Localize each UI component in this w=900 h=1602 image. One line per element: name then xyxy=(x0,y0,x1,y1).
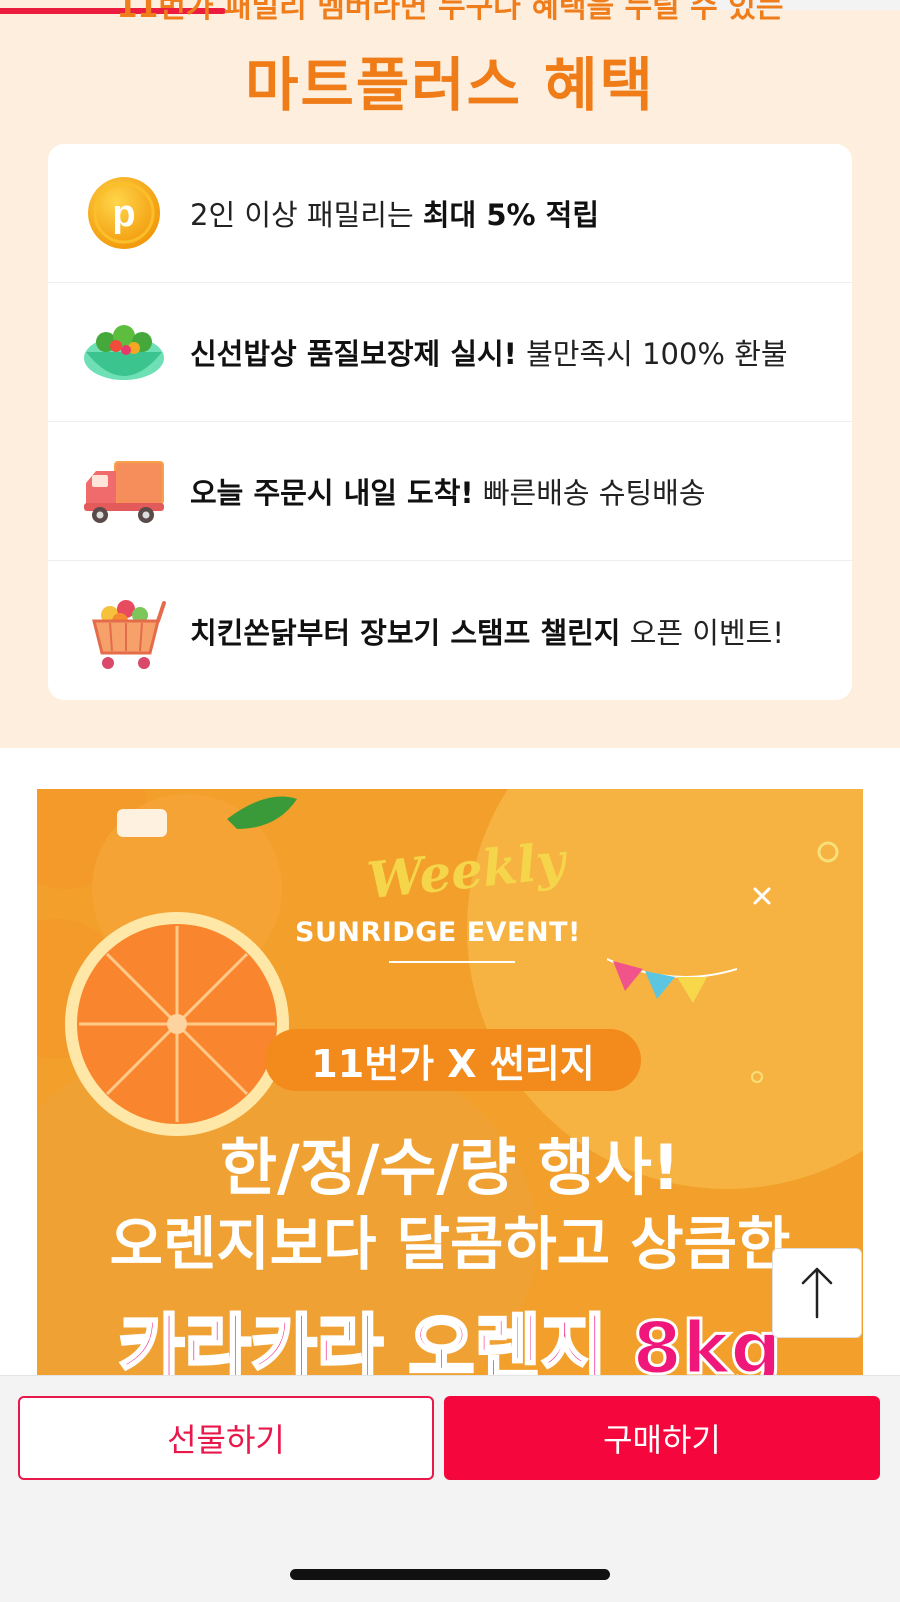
decor-dot-icon xyxy=(751,1071,763,1083)
bottom-action-bar: 선물하기 구매하기 xyxy=(0,1375,900,1602)
benefit-item-text: 치킨쏜닭부터 장보기 스탬프 챌린지 오픈 이벤트! xyxy=(190,615,784,650)
point-coin-icon: p xyxy=(88,177,160,249)
banner-headline-product: 카라카라 오렌지 8kg xyxy=(117,1305,783,1376)
promo-banner[interactable]: Weekly SUNRIDGE EVENT! 11번가 X 썬리지 한/정/수/… xyxy=(37,789,863,1375)
banner-headline-sweet: 오렌지보다 달콤하고 상큼한 xyxy=(109,1210,791,1278)
banner-headline-limited: 한/정/수/량 행사! xyxy=(219,1131,681,1204)
benefits-subtitle: 11번가 패밀리 멤버라면 누구나 혜택을 누릴 수 있는 xyxy=(116,0,784,25)
benefit-item-points: p 2인 이상 패밀리는 최대 5% 적립 xyxy=(48,144,852,283)
benefit-item-quality: 신선밥상 품질보장제 실시! 불만족시 100% 환불 xyxy=(48,283,852,422)
benefits-title: 마트플러스 혜택 xyxy=(245,51,655,119)
decor-circle-icon xyxy=(817,841,839,863)
benefit-item-delivery: 오늘 주문시 내일 도착! 빠른배송 슈팅배송 xyxy=(48,422,852,561)
salad-bowl-icon xyxy=(84,325,164,380)
bunting-flags-icon xyxy=(607,958,737,1003)
benefits-section: 11번가 패밀리 멤버라면 누구나 혜택을 누릴 수 있는 마트플러스 혜택 p… xyxy=(0,0,900,748)
benefit-item-text: 2인 이상 패밀리는 최대 5% 적립 xyxy=(190,198,600,232)
banner-event-title: SUNRIDGE EVENT! xyxy=(295,917,581,948)
scroll-to-top-button[interactable] xyxy=(772,1248,862,1338)
home-indicator xyxy=(290,1569,610,1580)
decor-cross-icon xyxy=(753,887,771,905)
delivery-truck-icon xyxy=(84,461,164,523)
banner-divider xyxy=(389,961,515,963)
benefit-item-challenge: 치킨쏜닭부터 장보기 스탬프 챌린지 오픈 이벤트! xyxy=(48,561,852,700)
benefit-item-text: 신선밥상 품질보장제 실시! 불만족시 100% 환불 xyxy=(190,337,788,371)
orange-fruit-image xyxy=(37,789,297,1136)
shopping-cart-icon xyxy=(92,599,166,669)
gift-button[interactable]: 선물하기 xyxy=(18,1396,434,1480)
benefit-item-text: 오늘 주문시 내일 도착! 빠른배송 슈팅배송 xyxy=(190,476,706,510)
banner-collab-pill: 11번가 X 썬리지 xyxy=(265,1029,641,1091)
svg-text:p: p xyxy=(112,193,135,235)
arrow-up-icon xyxy=(801,1267,833,1319)
buy-button[interactable]: 구매하기 xyxy=(444,1396,880,1480)
benefits-card: p 2인 이상 패밀리는 최대 5% 적립 신선밥상 품질보장제 실시! 불만족… xyxy=(48,144,852,700)
